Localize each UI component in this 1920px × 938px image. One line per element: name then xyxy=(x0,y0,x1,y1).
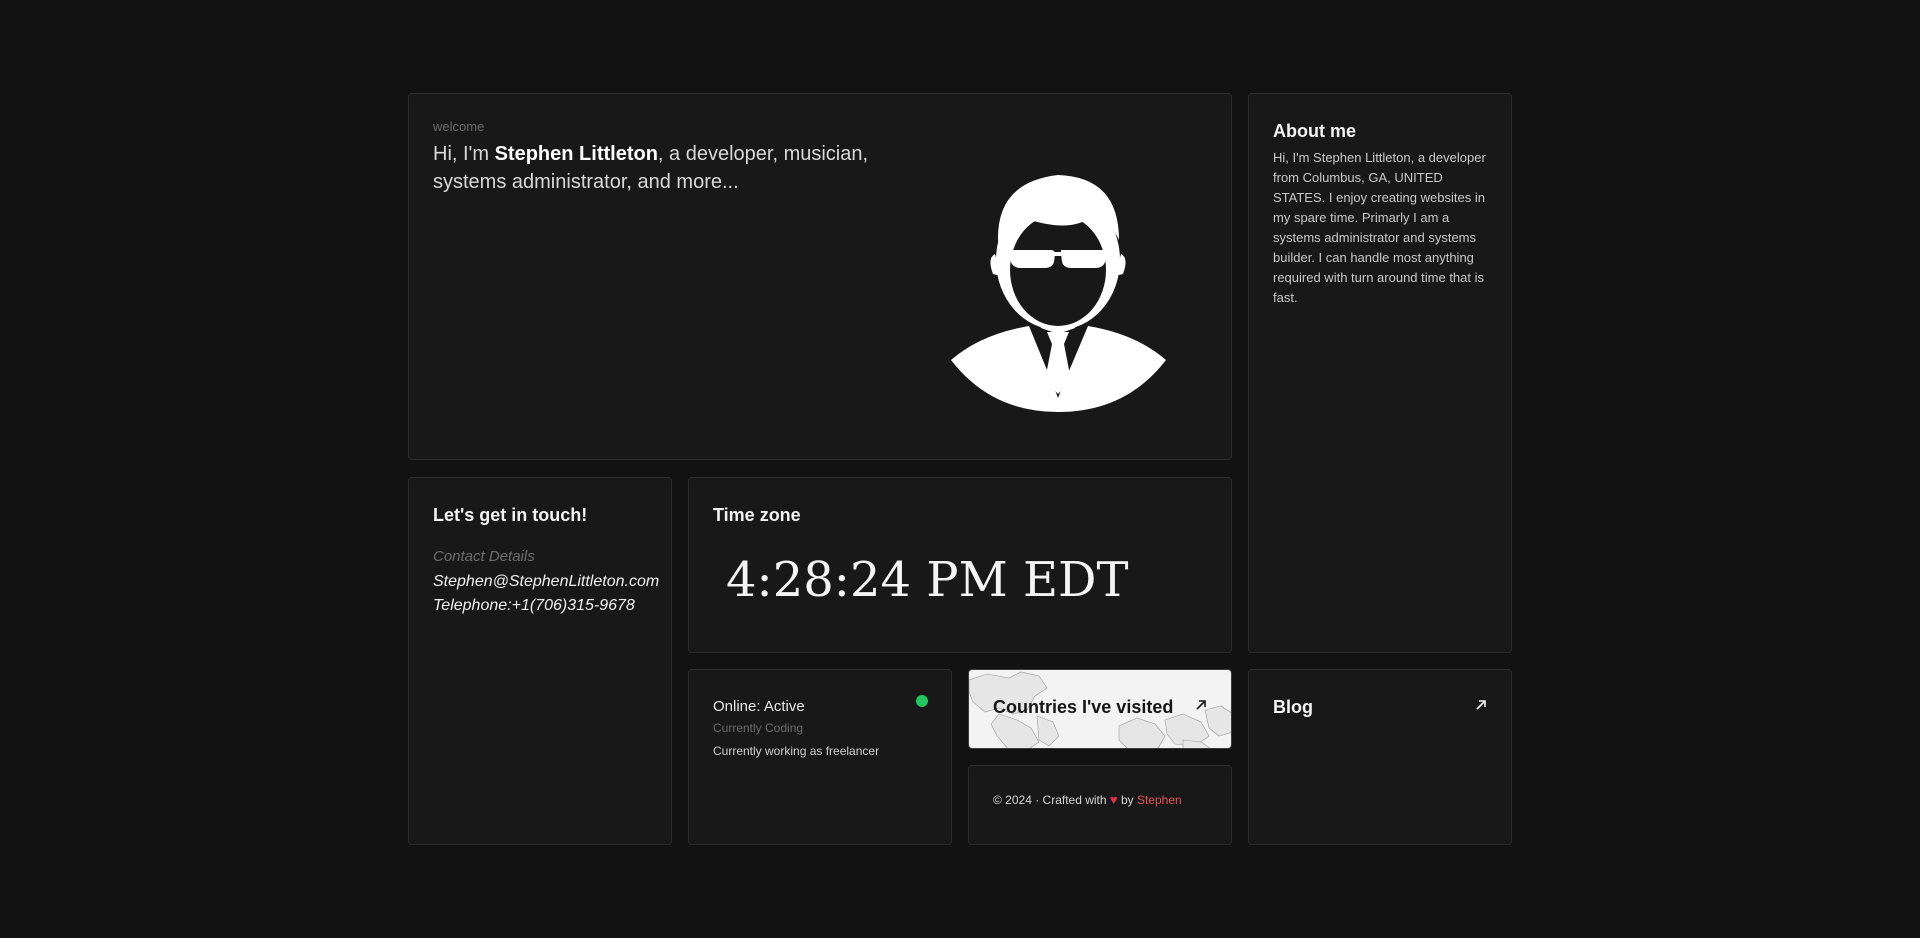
blog-title: Blog xyxy=(1273,697,1313,717)
footer-card: © 2024 · Crafted with ♥ by Stephen xyxy=(968,765,1232,845)
countries-card[interactable]: Countries I've visited xyxy=(968,669,1232,749)
work-status: Currently working as freelancer xyxy=(713,744,880,758)
owner-name: Stephen Littleton xyxy=(494,143,658,165)
contact-email[interactable]: Stephen@StephenLittleton.com xyxy=(433,573,659,591)
contact-phone[interactable]: Telephone:+1(706)315-9678 xyxy=(433,597,635,615)
activity-status: Currently Coding xyxy=(713,721,804,735)
footer-author-link[interactable]: Stephen xyxy=(1137,793,1182,807)
arrow-up-right-icon xyxy=(1196,700,1206,710)
blog-card[interactable]: Blog xyxy=(1248,669,1512,845)
welcome-label: welcome xyxy=(433,119,485,134)
online-status: Online: Active xyxy=(713,698,805,715)
contact-title: Let's get in touch! xyxy=(433,505,588,525)
footer-middle: by xyxy=(1117,793,1137,807)
contact-card: Let's get in touch! Contact Details Step… xyxy=(408,477,672,845)
footer-credit: © 2024 · Crafted with ♥ by Stephen xyxy=(993,792,1182,807)
timezone-title: Time zone xyxy=(713,505,801,525)
about-card: About me Hi, I'm Stephen Littleton, a de… xyxy=(1248,93,1512,653)
countries-title: Countries I've visited xyxy=(993,697,1174,717)
status-dot-icon xyxy=(916,695,928,707)
about-title: About me xyxy=(1273,121,1356,141)
welcome-intro: Hi, I'm Stephen Littleton, a developer, … xyxy=(433,140,883,196)
about-text: Hi, I'm Stephen Littleton, a developer f… xyxy=(1273,150,1486,305)
timezone-clock: 4:28:24 PM EDT xyxy=(726,552,1129,608)
arrow-up-right-icon xyxy=(1476,700,1486,710)
welcome-card: welcome Hi, I'm Stephen Littleton, a dev… xyxy=(408,93,1232,460)
footer-prefix: © 2024 · Crafted with xyxy=(993,793,1110,807)
contact-details-label: Contact Details xyxy=(433,548,535,565)
greeting-prefix: Hi, I'm xyxy=(433,143,495,165)
avatar-illustration xyxy=(951,175,1166,412)
heart-icon: ♥ xyxy=(1109,792,1118,807)
status-card: Online: Active Currently Coding Currentl… xyxy=(688,669,952,845)
timezone-card: Time zone 4:28:24 PM EDT xyxy=(688,477,1232,653)
